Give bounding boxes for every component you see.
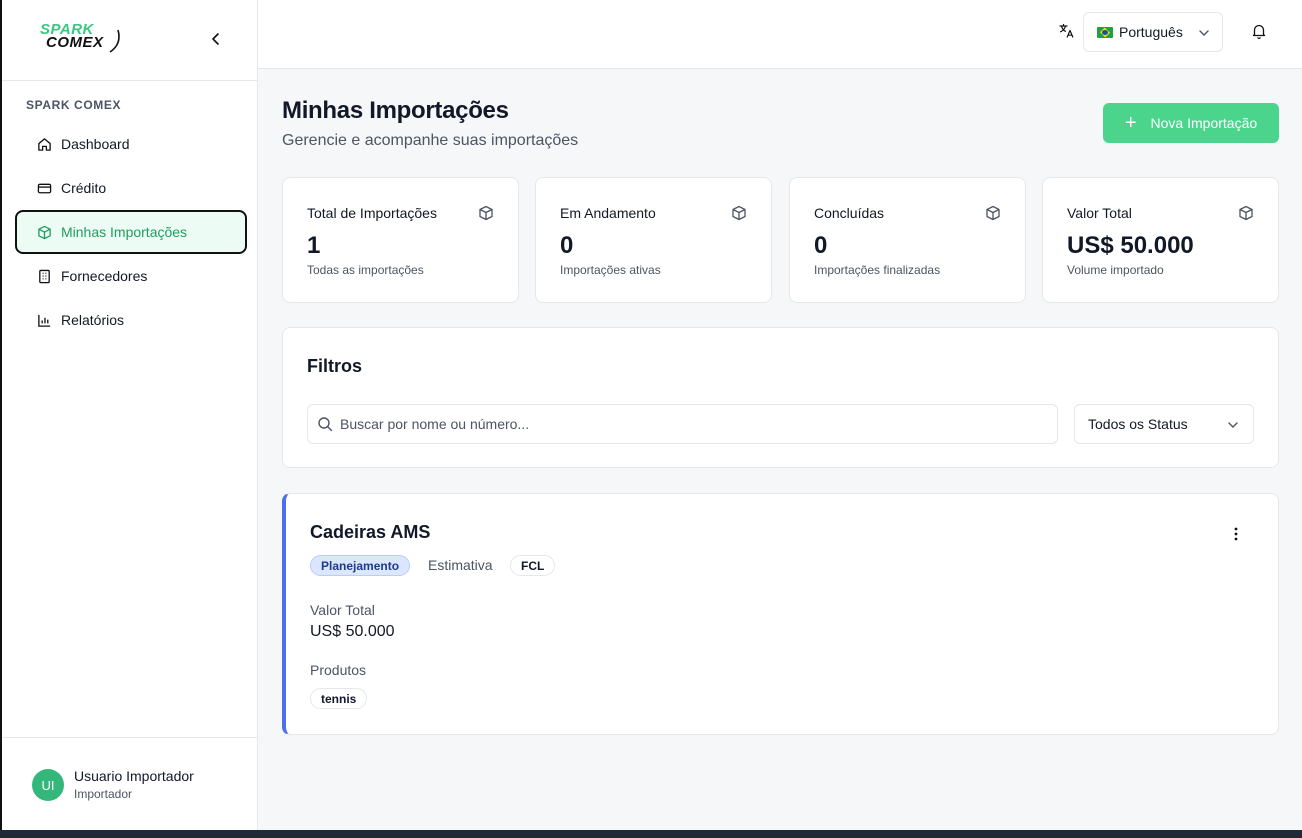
package-icon — [1239, 205, 1253, 221]
sidebar: SPARK COMEX SPARK COMEX Dashboard Crédit… — [0, 0, 258, 830]
page-title: Minhas Importações — [282, 97, 509, 124]
new-import-button[interactable]: + Nova Importação — [1103, 103, 1279, 143]
stat-label: Em Andamento — [560, 205, 656, 221]
stat-value: 1 — [307, 232, 321, 259]
stat-description: Todas as importações — [307, 263, 424, 277]
stat-card-total: Total de Importações 1 Todas as importaç… — [282, 177, 519, 303]
stat-description: Importações finalizadas — [814, 263, 941, 277]
product-badge: tennis — [310, 688, 368, 709]
user-name: Usuario Importador — [74, 768, 194, 784]
sidebar-item-relatorios[interactable]: Relatórios — [15, 298, 247, 342]
stat-label: Concluídas — [814, 205, 885, 221]
products-label: Produtos — [310, 662, 367, 678]
user-profile[interactable]: UI Usuario Importador Importador — [2, 737, 258, 830]
search-icon — [318, 417, 333, 432]
package-icon — [479, 205, 493, 221]
page-subtitle: Gerencie e acompanhe suas importações — [282, 132, 579, 149]
building-icon — [36, 268, 52, 284]
sidebar-item-label: Dashboard — [61, 136, 130, 152]
chevron-down-icon — [1228, 422, 1238, 428]
logo: SPARK COMEX — [40, 22, 126, 56]
language-select[interactable]: Português — [1083, 12, 1223, 52]
status-filter-value: Todos os Status — [1088, 416, 1188, 432]
package-icon — [986, 205, 1000, 221]
chevron-left-icon — [212, 33, 219, 45]
import-title: Cadeiras AMS — [310, 522, 431, 542]
sidebar-item-label: Crédito — [61, 180, 107, 196]
search-field[interactable] — [307, 404, 1058, 444]
stats-row: Total de Importações 1 Todas as importaç… — [282, 177, 1279, 303]
stat-card-valor-total: Valor Total US$ 50.000 Volume importado — [1042, 177, 1279, 303]
app: SPARK COMEX SPARK COMEX Dashboard Crédit… — [0, 0, 1302, 830]
topbar: Português — [258, 0, 1302, 69]
value-amount: US$ 50.000 — [310, 623, 395, 640]
plus-icon: + — [1124, 112, 1137, 134]
estimate-label: Estimativa — [428, 557, 493, 573]
stat-value: 0 — [560, 232, 574, 259]
stat-description: Volume importado — [1067, 263, 1164, 277]
sidebar-item-credito[interactable]: Crédito — [15, 166, 247, 210]
value-label: Valor Total — [310, 602, 375, 618]
home-icon — [36, 136, 52, 152]
stat-card-concluidas: Concluídas 0 Importações finalizadas — [789, 177, 1026, 303]
stat-description: Importações ativas — [560, 263, 661, 277]
avatar: UI — [32, 769, 64, 801]
stat-value: 0 — [814, 232, 828, 259]
import-card[interactable]: Cadeiras AMS Planejamento Estimativa FCL… — [282, 493, 1279, 735]
stat-value: US$ 50.000 — [1067, 232, 1194, 259]
chevron-down-icon — [1199, 30, 1209, 36]
filters-title: Filtros — [307, 356, 363, 376]
sidebar-item-dashboard[interactable]: Dashboard — [15, 122, 247, 166]
sidebar-item-minhas-importacoes[interactable]: Minhas Importações — [15, 210, 247, 254]
stat-label: Total de Importações — [307, 205, 437, 221]
stat-label: Valor Total — [1067, 205, 1132, 221]
notifications-bell-icon[interactable] — [1250, 22, 1268, 40]
language-label: Português — [1119, 24, 1183, 40]
sidebar-nav: Dashboard Crédito Minhas Importações For… — [15, 122, 247, 342]
brazil-flag-icon — [1097, 26, 1113, 38]
user-role: Importador — [74, 787, 133, 801]
more-vertical-icon[interactable] — [1228, 526, 1244, 542]
sidebar-item-fornecedores[interactable]: Fornecedores — [15, 254, 247, 298]
sidebar-item-label: Minhas Importações — [61, 224, 188, 240]
translate-icon — [1058, 22, 1076, 40]
bar-chart-icon — [36, 312, 52, 328]
sidebar-header: SPARK COMEX — [2, 0, 257, 81]
status-badge: Planejamento — [310, 555, 411, 576]
new-import-label: Nova Importação — [1150, 115, 1258, 131]
filters-panel: Filtros Todos os Status — [282, 327, 1279, 468]
search-input[interactable] — [340, 405, 1040, 443]
sidebar-item-label: Relatórios — [61, 312, 125, 328]
credit-card-icon — [36, 180, 52, 196]
package-icon — [36, 224, 52, 240]
status-filter-select[interactable]: Todos os Status — [1074, 404, 1254, 444]
sidebar-item-label: Fornecedores — [61, 268, 148, 284]
collapse-sidebar-button[interactable] — [205, 28, 227, 50]
package-icon — [732, 205, 746, 221]
mode-badge: FCL — [510, 555, 556, 576]
sidebar-section-title: SPARK COMEX — [26, 98, 122, 112]
stat-card-em-andamento: Em Andamento 0 Importações ativas — [535, 177, 772, 303]
